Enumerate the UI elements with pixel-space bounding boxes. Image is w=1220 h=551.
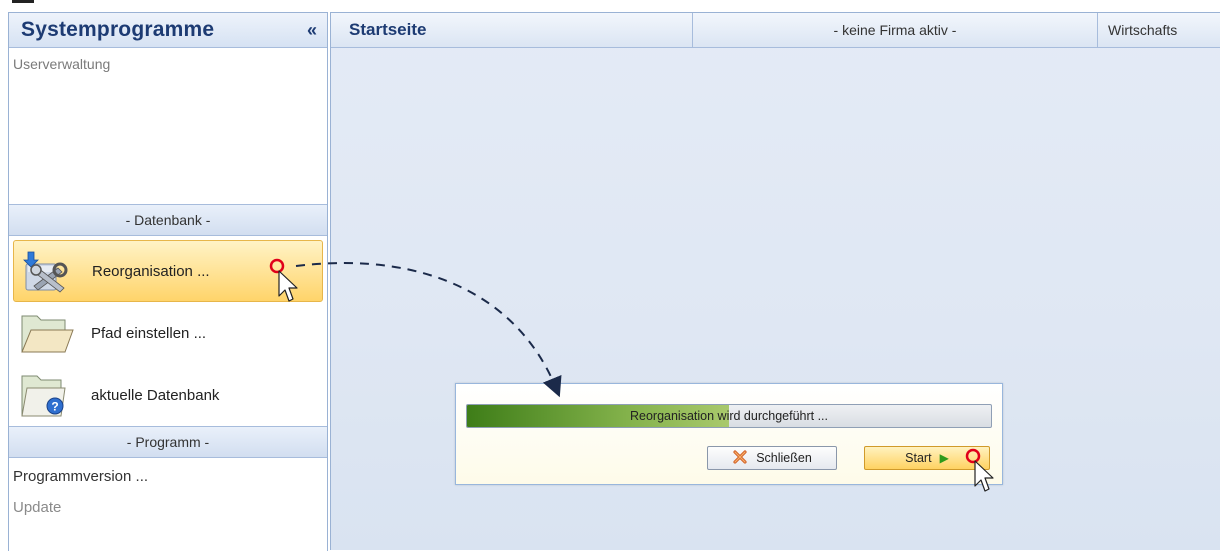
sidebar-header: Systemprogramme «	[9, 13, 327, 48]
folder-icon	[19, 308, 75, 358]
sidebar-item-label: aktuelle Datenbank	[91, 386, 220, 404]
play-icon: ▶	[939, 451, 949, 465]
sidebar-top-area: Userverwaltung	[9, 48, 327, 204]
sidebar-item-label: Reorganisation ...	[92, 262, 210, 280]
progress-bar: Reorganisation wird durchgeführt ...	[466, 404, 992, 428]
group-header-datenbank[interactable]: - Datenbank -	[9, 204, 327, 236]
collapse-icon[interactable]: «	[307, 20, 317, 41]
window-top-strip	[0, 0, 1220, 12]
sidebar-title: Systemprogramme	[21, 18, 215, 41]
sidebar-item-programmversion[interactable]: Programmversion ...	[9, 458, 327, 485]
database-info-icon: ?	[19, 370, 75, 420]
start-button[interactable]: Start ▶	[864, 446, 990, 470]
sidebar: Systemprogramme « Userverwaltung - Daten…	[8, 12, 328, 551]
tab-startseite[interactable]: Startseite	[331, 13, 693, 47]
close-icon	[732, 449, 748, 468]
window-icon	[12, 0, 34, 3]
reorganisation-dialog: Reorganisation wird durchgeführt ... Sch…	[455, 383, 1003, 485]
tabbar: Startseite - keine Firma aktiv - Wirtsch…	[331, 12, 1220, 48]
tab-wirtschaftsjahr[interactable]: Wirtschafts	[1098, 13, 1220, 47]
reorganize-tools-icon	[20, 246, 76, 296]
sidebar-item-update[interactable]: Update	[9, 485, 327, 516]
group-header-programm[interactable]: - Programm -	[9, 426, 327, 458]
sidebar-item-label: Pfad einstellen ...	[91, 324, 207, 342]
start-button-label: Start	[905, 451, 932, 465]
sidebar-item-userverwaltung[interactable]: Userverwaltung	[9, 48, 327, 72]
svg-text:?: ?	[51, 400, 58, 414]
sidebar-item-aktuelle-datenbank[interactable]: ? aktuelle Datenbank	[13, 364, 323, 426]
sidebar-item-reorganisation[interactable]: Reorganisation ...	[13, 240, 323, 302]
sidebar-item-pfad[interactable]: Pfad einstellen ...	[13, 302, 323, 364]
progress-text: Reorganisation wird durchgeführt ...	[629, 409, 829, 423]
firm-status: - keine Firma aktiv -	[693, 13, 1098, 47]
close-button-label: Schließen	[756, 451, 812, 465]
close-button[interactable]: Schließen	[707, 446, 837, 470]
